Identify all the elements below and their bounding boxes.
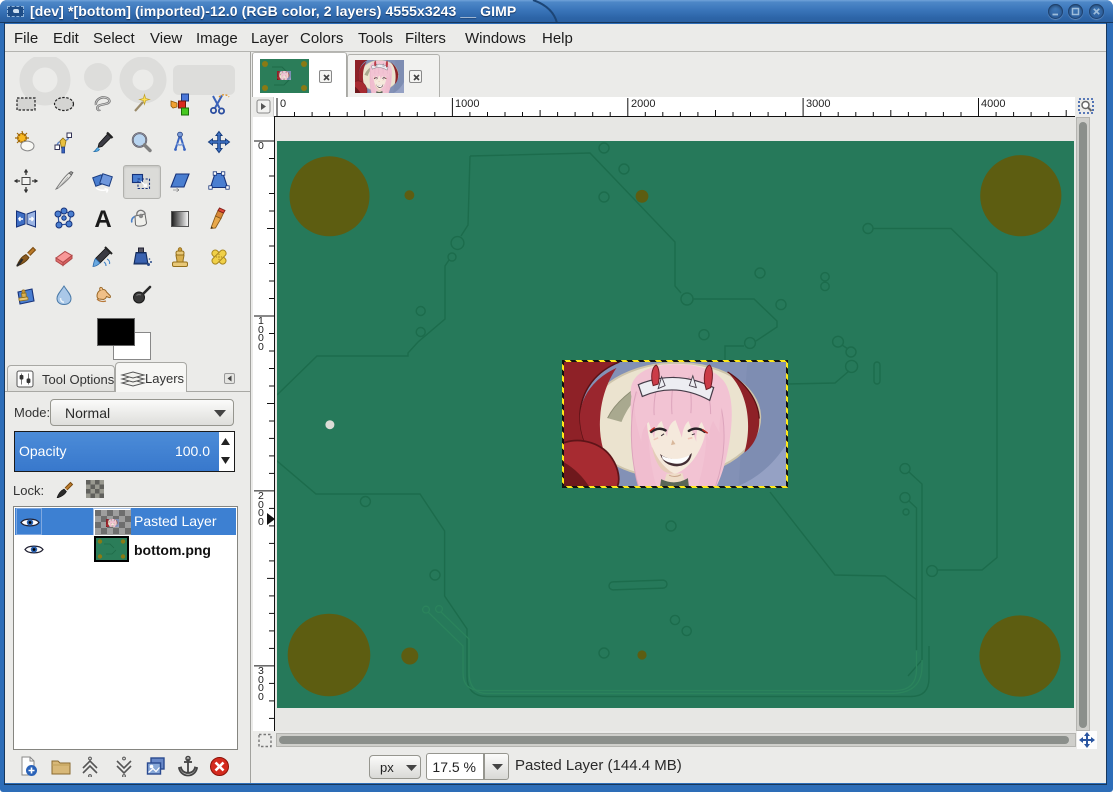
svg-text:A: A xyxy=(94,207,111,231)
